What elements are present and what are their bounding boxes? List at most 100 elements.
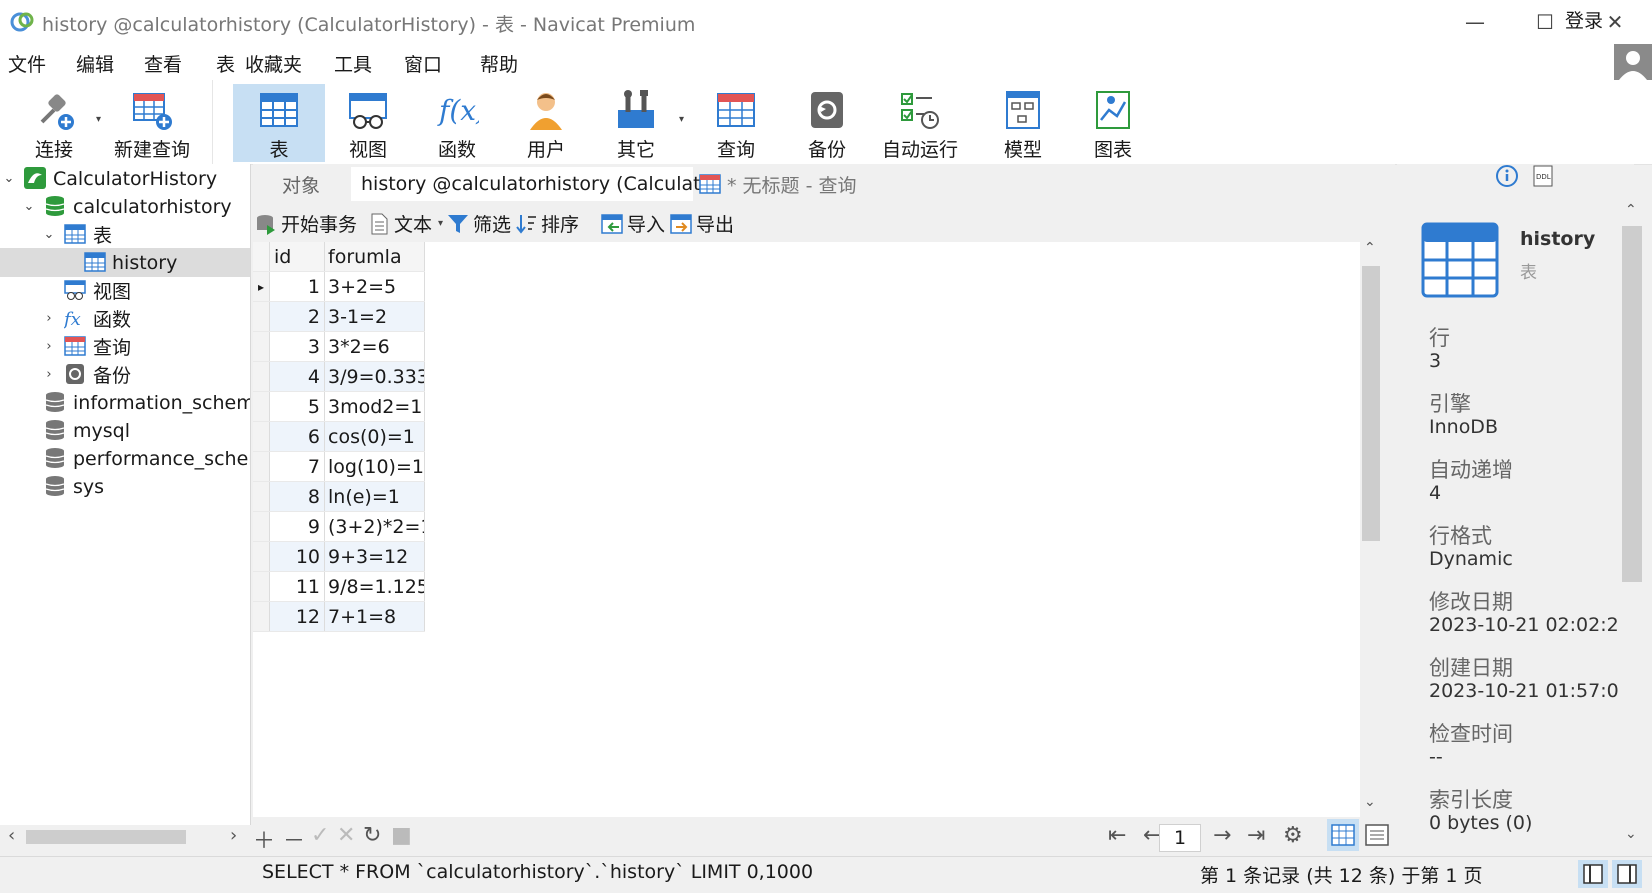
table-row[interactable]: 3 3*2=6 [253, 331, 425, 362]
user-avatar-icon[interactable] [1614, 44, 1652, 82]
row-indicator[interactable] [253, 361, 270, 392]
row-indicator[interactable]: ▸ [253, 271, 270, 302]
table-row[interactable]: 11 9/8=1.125 [253, 571, 425, 602]
discard-changes-icon[interactable]: ✕ [337, 823, 355, 848]
show-info-panel-toggle[interactable] [1612, 860, 1642, 888]
other-button[interactable]: 其它 [590, 84, 682, 162]
row-indicator[interactable] [253, 541, 270, 572]
menu-table[interactable]: 表 [216, 50, 235, 77]
scroll-down-icon[interactable]: ⌄ [1364, 794, 1376, 810]
cell-forumla[interactable]: log(10)=1 [324, 451, 425, 482]
tree-db-mysql[interactable]: mysql [0, 416, 250, 445]
last-page-icon[interactable]: ⇥ [1247, 823, 1265, 848]
tree-database[interactable]: ⌄ calculatorhistory [0, 192, 250, 221]
table-row[interactable]: 7 log(10)=1 [253, 451, 425, 482]
row-indicator[interactable] [253, 391, 270, 422]
login-link[interactable]: 登录 [1565, 6, 1603, 33]
tab-untitled-query[interactable]: * 无标题 - 查询 [695, 167, 1045, 201]
add-record-icon[interactable]: ＋ [253, 823, 275, 855]
model-button[interactable]: 模型 [977, 84, 1069, 162]
query-button[interactable]: 查询 [690, 84, 782, 162]
settings-gear-icon[interactable]: ⚙ [1283, 823, 1303, 848]
cell-forumla[interactable]: cos(0)=1 [324, 421, 425, 452]
scroll-left-icon[interactable]: ‹ [8, 825, 15, 846]
expand-icon[interactable]: › [42, 339, 56, 354]
filter-button[interactable]: 筛选 [447, 210, 511, 237]
row-indicator[interactable] [253, 301, 270, 332]
next-page-icon[interactable]: → [1213, 823, 1231, 848]
row-indicator[interactable] [253, 421, 270, 452]
collapse-icon[interactable]: ⌄ [2, 171, 16, 186]
menu-edit[interactable]: 编辑 [76, 50, 114, 77]
text-dropdown-icon[interactable]: ▾ [438, 218, 443, 229]
text-button[interactable]: 文本 ▾ [368, 210, 443, 237]
delete-record-icon[interactable]: － [283, 823, 305, 855]
cell-id[interactable]: 6 [269, 421, 325, 452]
tree-horizontal-scrollbar[interactable]: ‹ › [0, 825, 250, 849]
minimize-button[interactable]: — [1440, 0, 1510, 44]
sort-button[interactable]: 排序 [515, 210, 579, 237]
view-button[interactable]: 视图 [322, 84, 414, 162]
scroll-thumb[interactable] [26, 830, 186, 844]
scroll-up-icon[interactable]: ⌃ [1625, 202, 1637, 218]
export-button[interactable]: 导出 [670, 210, 734, 237]
cell-forumla[interactable]: (3+2)*2=10 [324, 511, 425, 542]
cell-id[interactable]: 2 [269, 301, 325, 332]
tree-table-history[interactable]: history [0, 248, 250, 277]
row-indicator[interactable] [253, 481, 270, 512]
cell-id[interactable]: 7 [269, 451, 325, 482]
cell-forumla[interactable]: ln(e)=1 [324, 481, 425, 512]
info-scroll-thumb[interactable] [1622, 226, 1642, 582]
table-row[interactable]: 8 ln(e)=1 [253, 481, 425, 512]
collapse-icon[interactable]: ⌄ [22, 199, 36, 214]
table-row[interactable]: 43/9=0.3333 [253, 361, 425, 392]
expand-icon[interactable]: › [42, 311, 56, 326]
tree-functions[interactable]: › fx 函数 [0, 304, 250, 333]
cell-forumla[interactable]: 7+1=8 [324, 601, 425, 632]
tree-queries[interactable]: › 查询 [0, 332, 250, 361]
expand-icon[interactable]: › [42, 367, 56, 382]
row-indicator[interactable] [253, 571, 270, 602]
backup-button[interactable]: 备份 [781, 84, 873, 162]
automation-button[interactable]: 自动运行 [867, 84, 973, 162]
cell-forumla[interactable]: 9/8=1.125 [324, 571, 425, 602]
menu-favorites[interactable]: 收藏夹 [245, 50, 302, 77]
begin-transaction-button[interactable]: 开始事务 [255, 210, 357, 237]
cell-id[interactable]: 4 [269, 361, 325, 392]
tree-backups[interactable]: › 备份 [0, 360, 250, 389]
cell-id[interactable]: 10 [269, 541, 325, 572]
menu-window[interactable]: 窗口 [404, 50, 442, 77]
table-row[interactable]: 5 3mod2=1 [253, 391, 425, 422]
ddl-icon[interactable]: DDL [1531, 164, 1555, 188]
row-indicator[interactable] [253, 511, 270, 542]
tree-views[interactable]: 视图 [0, 276, 250, 305]
cell-forumla[interactable]: 9+3=12 [324, 541, 425, 572]
row-indicator[interactable] [253, 331, 270, 362]
cell-forumla[interactable]: 3/9=0.3333 [324, 361, 425, 392]
column-header-id[interactable]: id [269, 242, 325, 272]
row-indicator[interactable] [253, 601, 270, 632]
chart-button[interactable]: 图表 [1067, 84, 1159, 162]
menu-view[interactable]: 查看 [144, 50, 182, 77]
stop-icon[interactable]: ■ [391, 823, 412, 848]
menu-tools[interactable]: 工具 [334, 50, 372, 77]
menu-help[interactable]: 帮助 [480, 50, 518, 77]
scroll-down-icon[interactable]: ⌄ [1625, 826, 1637, 842]
cell-id[interactable]: 3 [269, 331, 325, 362]
table-row[interactable]: 6 cos(0)=1 [253, 421, 425, 452]
table-row[interactable]: 2 3-1=2 [253, 301, 425, 332]
scroll-up-icon[interactable]: ⌃ [1364, 240, 1376, 256]
other-dropdown-icon[interactable]: ▾ [679, 114, 684, 125]
table-row[interactable]: 9(3+2)*2=10 [253, 511, 425, 542]
user-button[interactable]: 用户 [500, 84, 592, 162]
cell-forumla[interactable]: 3mod2=1 [324, 391, 425, 422]
grid-scroll-thumb[interactable] [1362, 266, 1380, 541]
new-query-button[interactable]: 新建查询 [106, 84, 198, 162]
refresh-icon[interactable]: ↻ [363, 823, 381, 848]
table-row[interactable]: ▸ 1 3+2=5 [253, 271, 425, 302]
info-icon[interactable] [1495, 164, 1519, 188]
function-button[interactable]: f(x) 函数 [411, 84, 503, 162]
collapse-icon[interactable]: ⌄ [42, 227, 56, 242]
scroll-right-icon[interactable]: › [230, 825, 237, 846]
cell-id[interactable]: 12 [269, 601, 325, 632]
